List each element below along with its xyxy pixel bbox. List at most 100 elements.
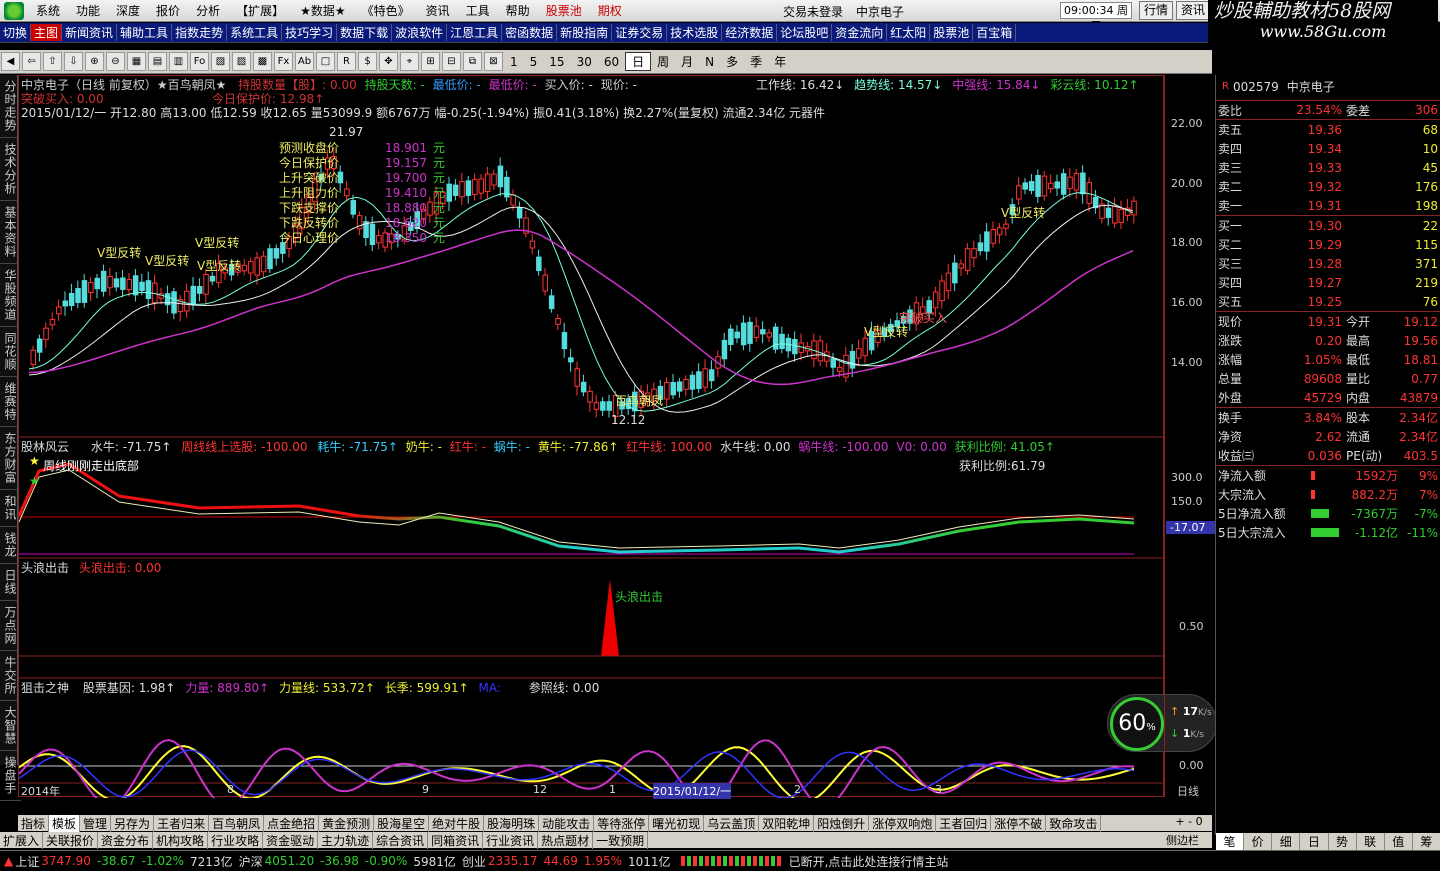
indicator-tab-15[interactable]: 双阳乾坤	[759, 814, 815, 832]
toolbar-icon-21[interactable]: ⊟	[442, 52, 461, 71]
toolbar-icon-18[interactable]: ✥	[379, 52, 398, 71]
right-tab-3[interactable]: 日	[1300, 833, 1329, 850]
menu-help[interactable]: 帮助	[498, 2, 538, 19]
right-tab-6[interactable]: 值	[1385, 833, 1413, 850]
toolbar-icon-11[interactable]: ▨	[232, 52, 251, 71]
indicator-tab-0[interactable]: 指标	[18, 814, 50, 832]
link-16[interactable]: 资金流向	[832, 24, 888, 41]
right-tab-5[interactable]: 联	[1357, 833, 1385, 850]
link-15[interactable]: 论坛股吧	[777, 24, 833, 41]
toolbar-icon-6[interactable]: ▦	[127, 52, 146, 71]
link-9[interactable]: 江恩工具	[447, 24, 503, 41]
toolbar-icon-1[interactable]: ⇦	[22, 52, 41, 71]
link-1[interactable]: 主图	[31, 24, 63, 41]
indicator-tab-11[interactable]: 动能攻击	[539, 814, 595, 832]
link-12[interactable]: 证券交易	[612, 24, 668, 41]
menu-feature[interactable]: 《特色》	[354, 2, 418, 19]
indicator-tab-16[interactable]: 阳烛倒升	[814, 814, 870, 832]
link-14[interactable]: 经济数据	[722, 24, 778, 41]
menu-function[interactable]: 功能	[68, 2, 108, 19]
toolbar-icon-2[interactable]: ⇧	[43, 52, 62, 71]
indicator-tab-7[interactable]: 黄金预测	[319, 814, 375, 832]
toolbar-icon-3[interactable]: ⇩	[64, 52, 83, 71]
link-8[interactable]: 波浪软件	[392, 24, 448, 41]
indicator-tab-10[interactable]: 股海明珠	[484, 814, 540, 832]
toolbar-icon-23[interactable]: ⊠	[484, 52, 503, 71]
link-4[interactable]: 指数走势	[172, 24, 228, 41]
menu-tools[interactable]: 工具	[458, 2, 498, 19]
indicator-tab-8[interactable]: 股海星空	[374, 814, 430, 832]
right-tab-7[interactable]: 筹	[1413, 833, 1440, 850]
link-10[interactable]: 密函数据	[502, 24, 558, 41]
link-19[interactable]: 百宝箱	[973, 24, 1017, 41]
menu-system[interactable]: 系统	[28, 2, 68, 19]
toolbar-icon-9[interactable]: Fo	[190, 52, 209, 71]
hs-label[interactable]: 沪深	[239, 853, 263, 870]
period-11[interactable]: 年	[768, 53, 792, 70]
indicator-tab-19[interactable]: 涨停不破	[991, 814, 1047, 832]
period-4[interactable]: 60	[598, 55, 625, 69]
period-3[interactable]: 30	[571, 55, 598, 69]
period-10[interactable]: 季	[744, 53, 768, 70]
extend-tab-4[interactable]: 行业攻略	[208, 831, 264, 849]
quote-button[interactable]: 行情	[1139, 1, 1173, 20]
toolbar-icon-14[interactable]: Ab	[295, 52, 314, 71]
extend-tab-8[interactable]: 同箱资讯	[428, 831, 484, 849]
indicator-tab-3[interactable]: 另存为	[111, 814, 155, 832]
news-button[interactable]: 资讯	[1176, 1, 1210, 20]
toolbar-icon-12[interactable]: ▩	[253, 52, 272, 71]
toolbar-icon-5[interactable]: ⊖	[106, 52, 125, 71]
sh-label[interactable]: 上证	[15, 853, 39, 870]
toolbar-icon-13[interactable]: Fx	[274, 52, 293, 71]
toolbar-icon-4[interactable]: ⊕	[85, 52, 104, 71]
chart-area[interactable]: 中京电子（日线 前复权）★百鸟朝凤★ 持股数量【股】: 0.00 持股天数: -…	[18, 75, 1217, 799]
link-17[interactable]: 红太阳	[887, 24, 931, 41]
toolbar-icon-0[interactable]: ◀	[1, 52, 20, 71]
zoom-controls[interactable]: + - 0	[1166, 815, 1212, 831]
extend-tab-6[interactable]: 主力轨迹	[318, 831, 374, 849]
period-1[interactable]: 5	[524, 55, 544, 69]
right-tab-1[interactable]: 价	[1244, 833, 1273, 850]
indicator-tab-9[interactable]: 绝对牛股	[429, 814, 485, 832]
toolbar-icon-7[interactable]: ▤	[148, 52, 167, 71]
toolbar-icon-22[interactable]: ⧉	[463, 52, 482, 71]
period-5[interactable]: 日	[625, 52, 652, 71]
indicator-tab-5[interactable]: 百鸟朝凤	[209, 814, 265, 832]
indicator-tab-6[interactable]: 点金绝招	[264, 814, 320, 832]
extend-tab-7[interactable]: 综合资讯	[373, 831, 429, 849]
connection-message[interactable]: 已断开,点击此处连接行情主站	[789, 853, 949, 870]
extend-tab-1[interactable]: 关联报价	[43, 831, 99, 849]
indicator-tab-13[interactable]: 曙光初现	[649, 814, 705, 832]
link-18[interactable]: 股票池	[930, 24, 974, 41]
menu-depth[interactable]: 深度	[108, 2, 148, 19]
menu-quote[interactable]: 报价	[148, 2, 188, 19]
link-11[interactable]: 新股指南	[557, 24, 613, 41]
indicator-tab-4[interactable]: 王者归来	[154, 814, 210, 832]
link-7[interactable]: 数据下载	[337, 24, 393, 41]
extend-tab-11[interactable]: 一致预期	[593, 831, 649, 849]
extend-tab-5[interactable]: 资金驱动	[263, 831, 319, 849]
period-8[interactable]: N	[699, 55, 720, 69]
link-0[interactable]: 切换	[0, 24, 32, 41]
toolbar-icon-8[interactable]: ▥	[169, 52, 188, 71]
link-13[interactable]: 技术选股	[667, 24, 723, 41]
cy-label[interactable]: 创业	[462, 853, 486, 870]
menu-data[interactable]: ★数据★	[292, 2, 354, 19]
link-2[interactable]: 新闻资讯	[62, 24, 118, 41]
extend-tab-9[interactable]: 行业资讯	[483, 831, 539, 849]
indicator-tab-17[interactable]: 涨停双响炮	[869, 814, 937, 832]
indicator-tab-14[interactable]: 乌云盖顶	[704, 814, 760, 832]
indicator-tab-18[interactable]: 王者回归	[936, 814, 992, 832]
sidebar-toggle[interactable]: 侧边栏	[1166, 832, 1212, 848]
period-9[interactable]: 多	[720, 53, 744, 70]
toolbar-icon-19[interactable]: ⌖	[400, 52, 419, 71]
menu-analysis[interactable]: 分析	[188, 2, 228, 19]
link-3[interactable]: 辅助工具	[117, 24, 173, 41]
menu-news[interactable]: 资讯	[418, 2, 458, 19]
right-tab-4[interactable]: 势	[1329, 833, 1357, 850]
indicator-tab-2[interactable]: 管理	[80, 814, 112, 832]
period-7[interactable]: 月	[675, 53, 699, 70]
menu-stock-pool[interactable]: 股票池	[538, 2, 590, 19]
indicator-tab-1[interactable]: 模板	[49, 814, 81, 832]
extend-tab-3[interactable]: 机构攻略	[153, 831, 209, 849]
